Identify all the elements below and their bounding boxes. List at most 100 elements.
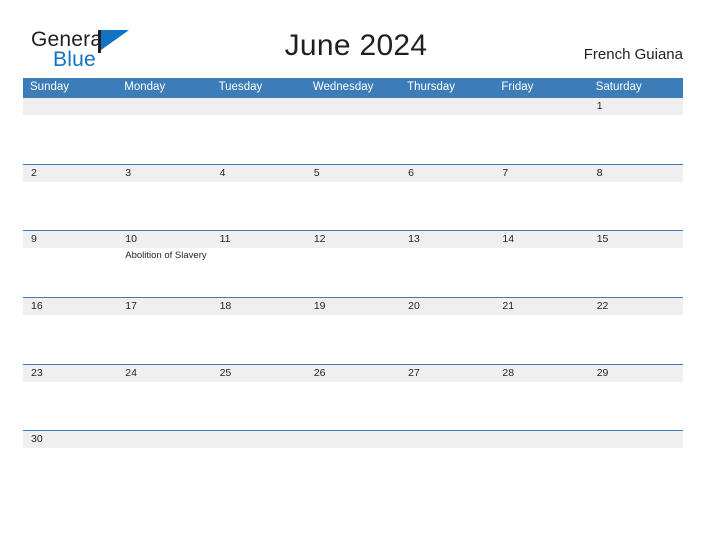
calendar-day-cell[interactable]: 19	[306, 298, 400, 364]
day-events	[125, 448, 211, 449]
day-number: 3	[125, 166, 132, 179]
weekday-header-wednesday: Wednesday	[312, 81, 374, 93]
day-number: 19	[313, 300, 326, 313]
calendar-day-cell[interactable]: 29	[589, 365, 683, 431]
calendar-day-cell[interactable]: 18	[212, 298, 306, 364]
calendar-week-row: 9 10 Abolition of Slavery 11 12 13 14 15	[23, 230, 683, 298]
day-number: 29	[596, 366, 609, 379]
calendar-day-cell[interactable]: 23	[23, 365, 117, 431]
day-number: 7	[502, 166, 509, 179]
day-number: 12	[313, 233, 326, 246]
calendar-day-cell[interactable]: 16	[23, 298, 117, 364]
day-events	[597, 248, 683, 249]
calendar-day-cell[interactable]: 28	[494, 365, 588, 431]
calendar-day-cell[interactable]: 2	[23, 165, 117, 231]
calendar-day-cell-empty	[212, 98, 306, 164]
day-events	[502, 315, 588, 316]
day-number: 14	[502, 233, 515, 246]
day-events	[408, 315, 494, 316]
day-events	[597, 182, 683, 183]
weekday-header-tuesday: Tuesday	[218, 81, 263, 93]
calendar-week-cells: 9 10 Abolition of Slavery 11 12 13 14 15	[23, 231, 683, 297]
day-events	[314, 182, 400, 183]
day-events	[408, 448, 494, 449]
day-events	[502, 182, 588, 183]
day-events	[408, 248, 494, 249]
calendar-day-cell[interactable]: 10 Abolition of Slavery	[117, 231, 211, 297]
calendar-day-cell-empty	[23, 98, 117, 164]
calendar-day-cell-empty	[117, 98, 211, 164]
calendar-day-cell[interactable]: 20	[400, 298, 494, 364]
calendar-day-cell[interactable]: 27	[400, 365, 494, 431]
calendar-week-row: 1	[23, 97, 683, 164]
day-events	[125, 115, 211, 116]
calendar-day-cell[interactable]: 9	[23, 231, 117, 297]
calendar-week-cells: 2 3 4 5 6 7 8	[23, 165, 683, 231]
day-number: 8	[596, 166, 603, 179]
day-events	[31, 182, 117, 183]
calendar-day-cell[interactable]: 11	[212, 231, 306, 297]
calendar-day-cell[interactable]: 1	[589, 98, 683, 164]
day-events	[31, 115, 117, 116]
day-number: 17	[125, 300, 137, 313]
day-number: 25	[219, 366, 232, 379]
calendar-day-cell[interactable]: 26	[306, 365, 400, 431]
day-events	[220, 315, 306, 316]
weekday-header-sunday: Sunday	[30, 81, 70, 93]
day-events	[220, 448, 306, 449]
day-events	[220, 382, 306, 383]
weekday-header-friday: Friday	[501, 81, 534, 93]
calendar-day-cell[interactable]: 25	[212, 365, 306, 431]
day-events	[314, 315, 400, 316]
day-events	[502, 115, 588, 116]
calendar-day-cell-empty	[212, 431, 306, 497]
day-number: 10	[125, 233, 137, 246]
day-events	[31, 315, 117, 316]
day-number: 27	[408, 366, 420, 379]
calendar-day-cell[interactable]: 13	[400, 231, 494, 297]
calendar-day-cell-empty	[400, 431, 494, 497]
day-number: 1	[596, 100, 603, 112]
day-events	[31, 448, 117, 449]
day-number: 4	[219, 166, 226, 179]
day-events	[125, 182, 211, 183]
weekday-header-row: Sunday Monday Tuesday Wednesday Thursday…	[23, 78, 683, 97]
calendar-day-cell-empty	[117, 431, 211, 497]
calendar-day-cell-empty	[400, 98, 494, 164]
day-events	[502, 248, 588, 249]
calendar-week-row: 30	[23, 430, 683, 498]
calendar-day-cell[interactable]: 5	[306, 165, 400, 231]
day-events	[314, 448, 400, 449]
calendar-day-cell[interactable]: 7	[494, 165, 588, 231]
day-events	[125, 315, 211, 316]
day-events	[314, 248, 400, 249]
calendar-day-cell[interactable]: 24	[117, 365, 211, 431]
page-header: General Blue June 2024 French Guiana	[0, 0, 712, 78]
calendar-day-cell[interactable]: 22	[589, 298, 683, 364]
calendar-day-cell[interactable]: 30	[23, 431, 117, 497]
calendar-day-cell[interactable]: 8	[589, 165, 683, 231]
weekday-header-monday: Monday	[124, 81, 166, 93]
weekday-header-saturday: Saturday	[595, 81, 642, 93]
calendar-event[interactable]: Abolition of Slavery	[125, 249, 211, 262]
day-events: Abolition of Slavery	[125, 248, 211, 262]
day-events	[125, 382, 211, 383]
day-events	[408, 182, 494, 183]
calendar-grid: Sunday Monday Tuesday Wednesday Thursday…	[23, 78, 683, 498]
day-events	[314, 382, 400, 383]
calendar-day-cell[interactable]: 15	[589, 231, 683, 297]
day-number: 28	[502, 366, 515, 379]
day-events	[220, 115, 306, 116]
calendar-day-cell[interactable]: 17	[117, 298, 211, 364]
day-number: 26	[313, 366, 326, 379]
calendar-day-cell[interactable]: 6	[400, 165, 494, 231]
day-number: 18	[219, 300, 232, 313]
day-number: 20	[408, 300, 420, 313]
calendar-day-cell[interactable]: 3	[117, 165, 211, 231]
calendar-day-cell-empty	[494, 98, 588, 164]
calendar-day-cell[interactable]: 12	[306, 231, 400, 297]
calendar-day-cell[interactable]: 21	[494, 298, 588, 364]
calendar-day-cell[interactable]: 4	[212, 165, 306, 231]
calendar-page: General Blue June 2024 French Guiana Sun…	[0, 0, 712, 550]
calendar-day-cell[interactable]: 14	[494, 231, 588, 297]
